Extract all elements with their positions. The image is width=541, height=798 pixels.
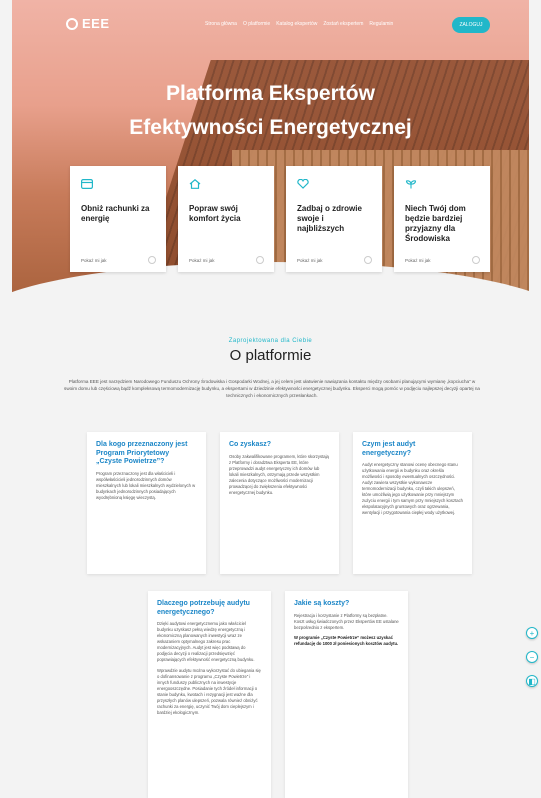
feature-more-link[interactable]: Pokaż mi jak — [297, 258, 323, 263]
globe-icon — [66, 17, 78, 30]
arrow-circle-icon[interactable] — [472, 256, 480, 264]
feature-more-link[interactable]: Pokaż mi jak — [189, 258, 215, 263]
arrow-circle-icon[interactable] — [364, 256, 372, 264]
card-text: Audyt energetyczny stanowi ocenę obecneg… — [362, 462, 463, 515]
zoom-in-button[interactable]: + — [526, 627, 538, 639]
plant-icon — [405, 180, 417, 189]
hero-title-line2: Efektywności Energetycznej — [129, 116, 412, 139]
info-card-who: Dla kogo przeznaczony jest Program Prior… — [87, 432, 206, 574]
arrow-circle-icon[interactable] — [256, 256, 264, 264]
nav-link-terms[interactable]: Regulamin — [369, 21, 393, 27]
feature-title: Popraw swój komfort życia — [189, 204, 241, 223]
feature-more-link[interactable]: Pokaż mi jak — [81, 258, 107, 263]
contrast-icon: ◧ — [528, 676, 536, 686]
site-logo[interactable]: EEE — [66, 16, 110, 31]
feature-title: Niech Twój dom będzie bardziej przyjazny… — [405, 204, 466, 243]
wallet-icon — [81, 179, 93, 189]
card-text-highlight: W programie „Czyste Powietrze” możesz uz… — [294, 634, 399, 646]
feature-card-bills[interactable]: Obniż rachunki za energię Pokaż mi jak — [70, 166, 166, 272]
section-description: Platforma EEE jest narzędziem Narodowego… — [64, 379, 480, 398]
feature-title: Obniż rachunki za energię — [81, 204, 150, 223]
feature-more-link[interactable]: Pokaż mi jak — [405, 258, 431, 263]
nav-link-catalog[interactable]: Katalog ekspertów — [276, 21, 317, 27]
card-text: Dzięki audytowi energetycznemu jako właś… — [157, 621, 255, 662]
nav-link-home[interactable]: Strona główna — [205, 21, 237, 27]
feature-card-environment[interactable]: Niech Twój dom będzie bardziej przyjazny… — [394, 166, 490, 272]
section-kicker: Zaprojektowana dla Ciebie — [228, 338, 313, 344]
card-title: Co zyskasz? — [229, 441, 272, 448]
arrow-circle-icon[interactable] — [148, 256, 156, 264]
hero-title-line1: Platforma Ekspertów — [166, 82, 375, 105]
nav-link-become-expert[interactable]: Zostań ekspertem — [323, 21, 363, 27]
info-card-benefits: Co zyskasz? Osoby zakwalifikowane progra… — [220, 432, 339, 574]
main-nav: Strona główna O platformie Katalog ekspe… — [205, 21, 393, 27]
feature-card-comfort[interactable]: Popraw swój komfort życia Pokaż mi jak — [178, 166, 274, 272]
info-card-costs: Jakie są koszty? Rejestracja i korzystan… — [285, 591, 408, 798]
card-title: Jakie są koszty? — [294, 600, 350, 607]
minus-icon: − — [529, 652, 535, 662]
feature-title: Zadbaj o zdrowie swoje i najbliższych — [297, 204, 362, 233]
nav-link-about[interactable]: O platformie — [243, 21, 270, 27]
card-title: Czym jest audyt energetyczny? — [362, 441, 416, 457]
info-card-why-audit: Dlaczego potrzebuję audytu energetyczneg… — [148, 591, 271, 798]
info-card-audit: Czym jest audyt energetyczny? Audyt ener… — [353, 432, 472, 574]
feature-card-health[interactable]: Zadbaj o zdrowie swoje i najbliższych Po… — [286, 166, 382, 272]
login-button[interactable]: ZALOGUJ — [452, 17, 490, 33]
logo-text: EEE — [82, 16, 110, 31]
contrast-button[interactable]: ◧ — [526, 675, 538, 687]
heart-icon — [297, 179, 309, 189]
card-text: Osoby zakwalifikowane programem, które s… — [229, 453, 329, 495]
card-title: Dla kogo przeznaczony jest Program Prior… — [96, 441, 188, 465]
plus-icon: + — [529, 628, 535, 638]
zoom-out-button[interactable]: − — [526, 651, 538, 663]
card-text-secondary: Wprawdzie audytu można wykorzystać do ub… — [157, 668, 261, 715]
card-title: Dlaczego potrzebuję audytu energetyczneg… — [157, 600, 250, 616]
home-icon — [189, 179, 201, 189]
section-title: O platformie — [229, 347, 312, 364]
card-text: Program przeznaczony jest dla właściciel… — [96, 470, 196, 500]
card-text: Rejestracja i korzystanie z Platformy są… — [294, 612, 399, 630]
